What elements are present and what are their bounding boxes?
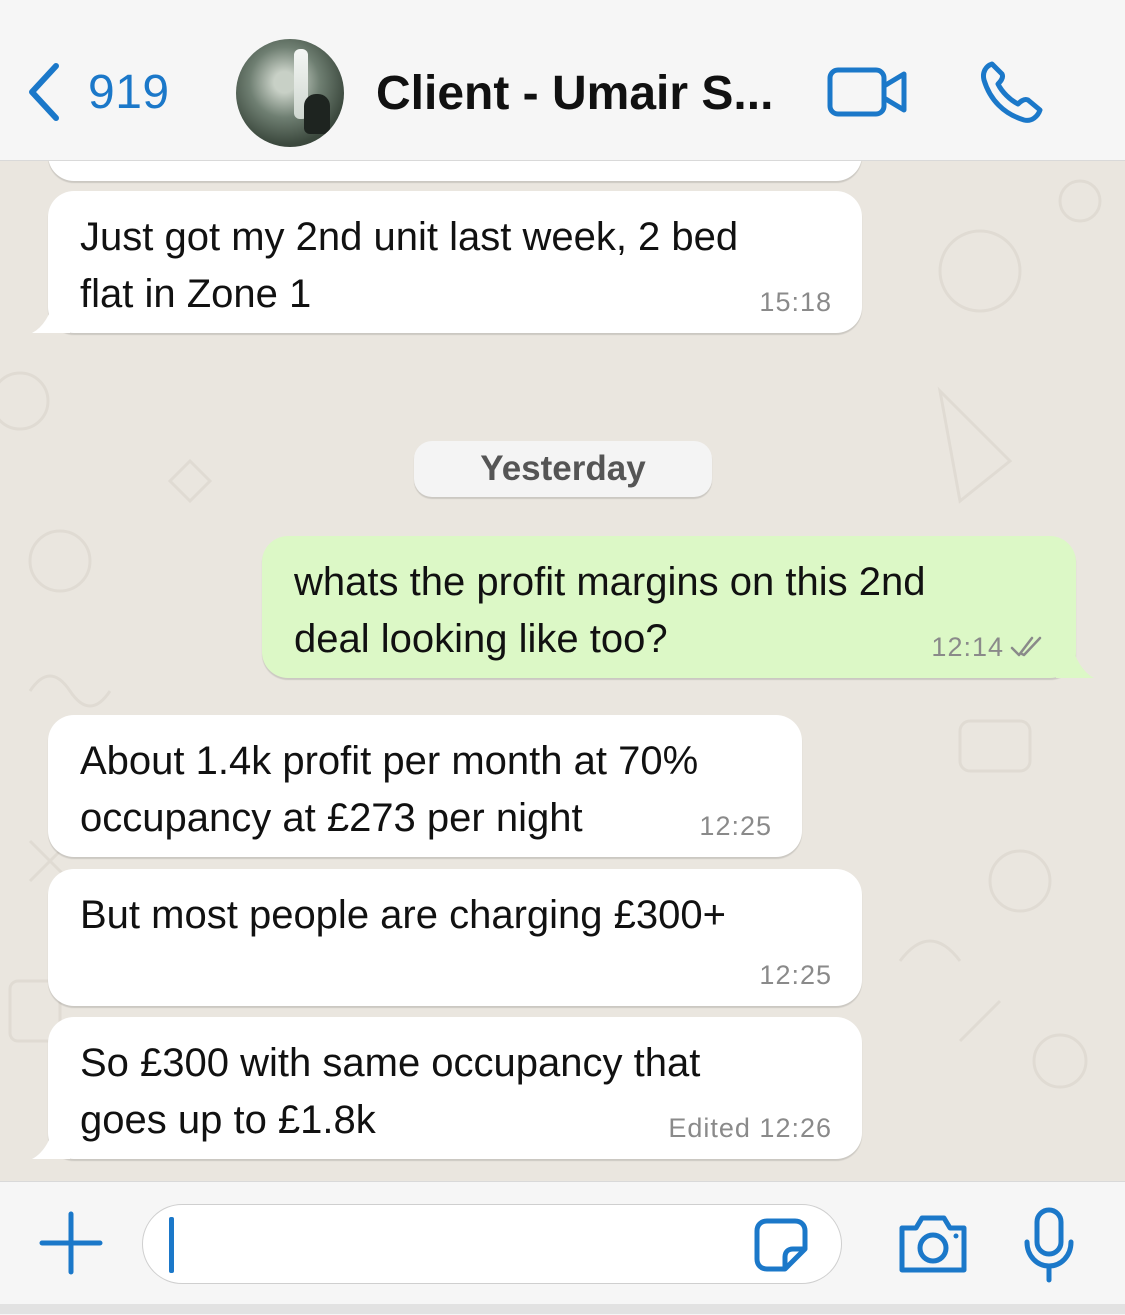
plus-icon[interactable] bbox=[38, 1210, 104, 1276]
message-bubble-incoming[interactable]: But most people are charging £300+ 12:25 bbox=[48, 869, 862, 1006]
bubble-tail bbox=[1056, 640, 1094, 678]
back-button[interactable]: 919 bbox=[22, 60, 170, 124]
message-input[interactable] bbox=[142, 1204, 842, 1284]
phone-call-icon[interactable] bbox=[978, 58, 1044, 124]
message-bubble-incoming[interactable]: About 1.4k profit per month at 70% occup… bbox=[48, 715, 802, 857]
chevron-left-icon bbox=[29, 63, 59, 121]
message-time: Edited 12:26 bbox=[668, 1113, 832, 1143]
message-text-line: deal looking like too? bbox=[294, 617, 668, 661]
chat-header: 919 Client - Umair S... bbox=[0, 0, 1125, 161]
microphone-icon[interactable] bbox=[1022, 1206, 1076, 1284]
message-bubble-partial bbox=[48, 161, 862, 181]
message-text-line: But most people are charging £300+ bbox=[80, 893, 726, 937]
bubble-tail bbox=[32, 295, 70, 333]
home-indicator-area bbox=[0, 1304, 1125, 1314]
contact-avatar[interactable] bbox=[236, 39, 344, 147]
message-list[interactable]: Just got my 2nd unit last week, 2 bed fl… bbox=[0, 161, 1125, 1181]
message-time: 12:14 bbox=[931, 632, 1004, 662]
message-text-line: goes up to £1.8k bbox=[80, 1098, 376, 1142]
bubble-tail bbox=[32, 1121, 70, 1159]
message-time: 12:25 bbox=[759, 960, 832, 990]
message-text-line: So £300 with same occupancy that bbox=[80, 1041, 701, 1085]
message-time: 15:18 bbox=[759, 287, 832, 317]
date-separator: Yesterday bbox=[414, 441, 712, 497]
text-caret bbox=[169, 1217, 174, 1273]
contact-name[interactable]: Client - Umair S... bbox=[376, 66, 786, 121]
unread-count: 919 bbox=[88, 65, 170, 119]
message-text-line: whats the profit margins on this 2nd bbox=[294, 560, 926, 604]
message-text-line: About 1.4k profit per month at 70% bbox=[80, 739, 699, 783]
message-text-line: occupancy at £273 per night bbox=[80, 796, 583, 840]
video-call-icon[interactable] bbox=[826, 62, 910, 122]
message-bubble-incoming[interactable]: Just got my 2nd unit last week, 2 bed fl… bbox=[48, 191, 862, 333]
message-text-line: flat in Zone 1 bbox=[80, 272, 312, 316]
message-text-line: Just got my 2nd unit last week, 2 bed bbox=[80, 215, 739, 259]
double-check-icon bbox=[1010, 636, 1042, 657]
message-bubble-outgoing[interactable]: whats the profit margins on this 2nd dea… bbox=[262, 536, 1076, 678]
sticker-icon[interactable] bbox=[751, 1215, 811, 1275]
composer-bar bbox=[0, 1181, 1125, 1315]
message-time: 12:25 bbox=[699, 811, 772, 841]
message-bubble-incoming[interactable]: So £300 with same occupancy that goes up… bbox=[48, 1017, 862, 1159]
camera-icon[interactable] bbox=[896, 1212, 970, 1274]
